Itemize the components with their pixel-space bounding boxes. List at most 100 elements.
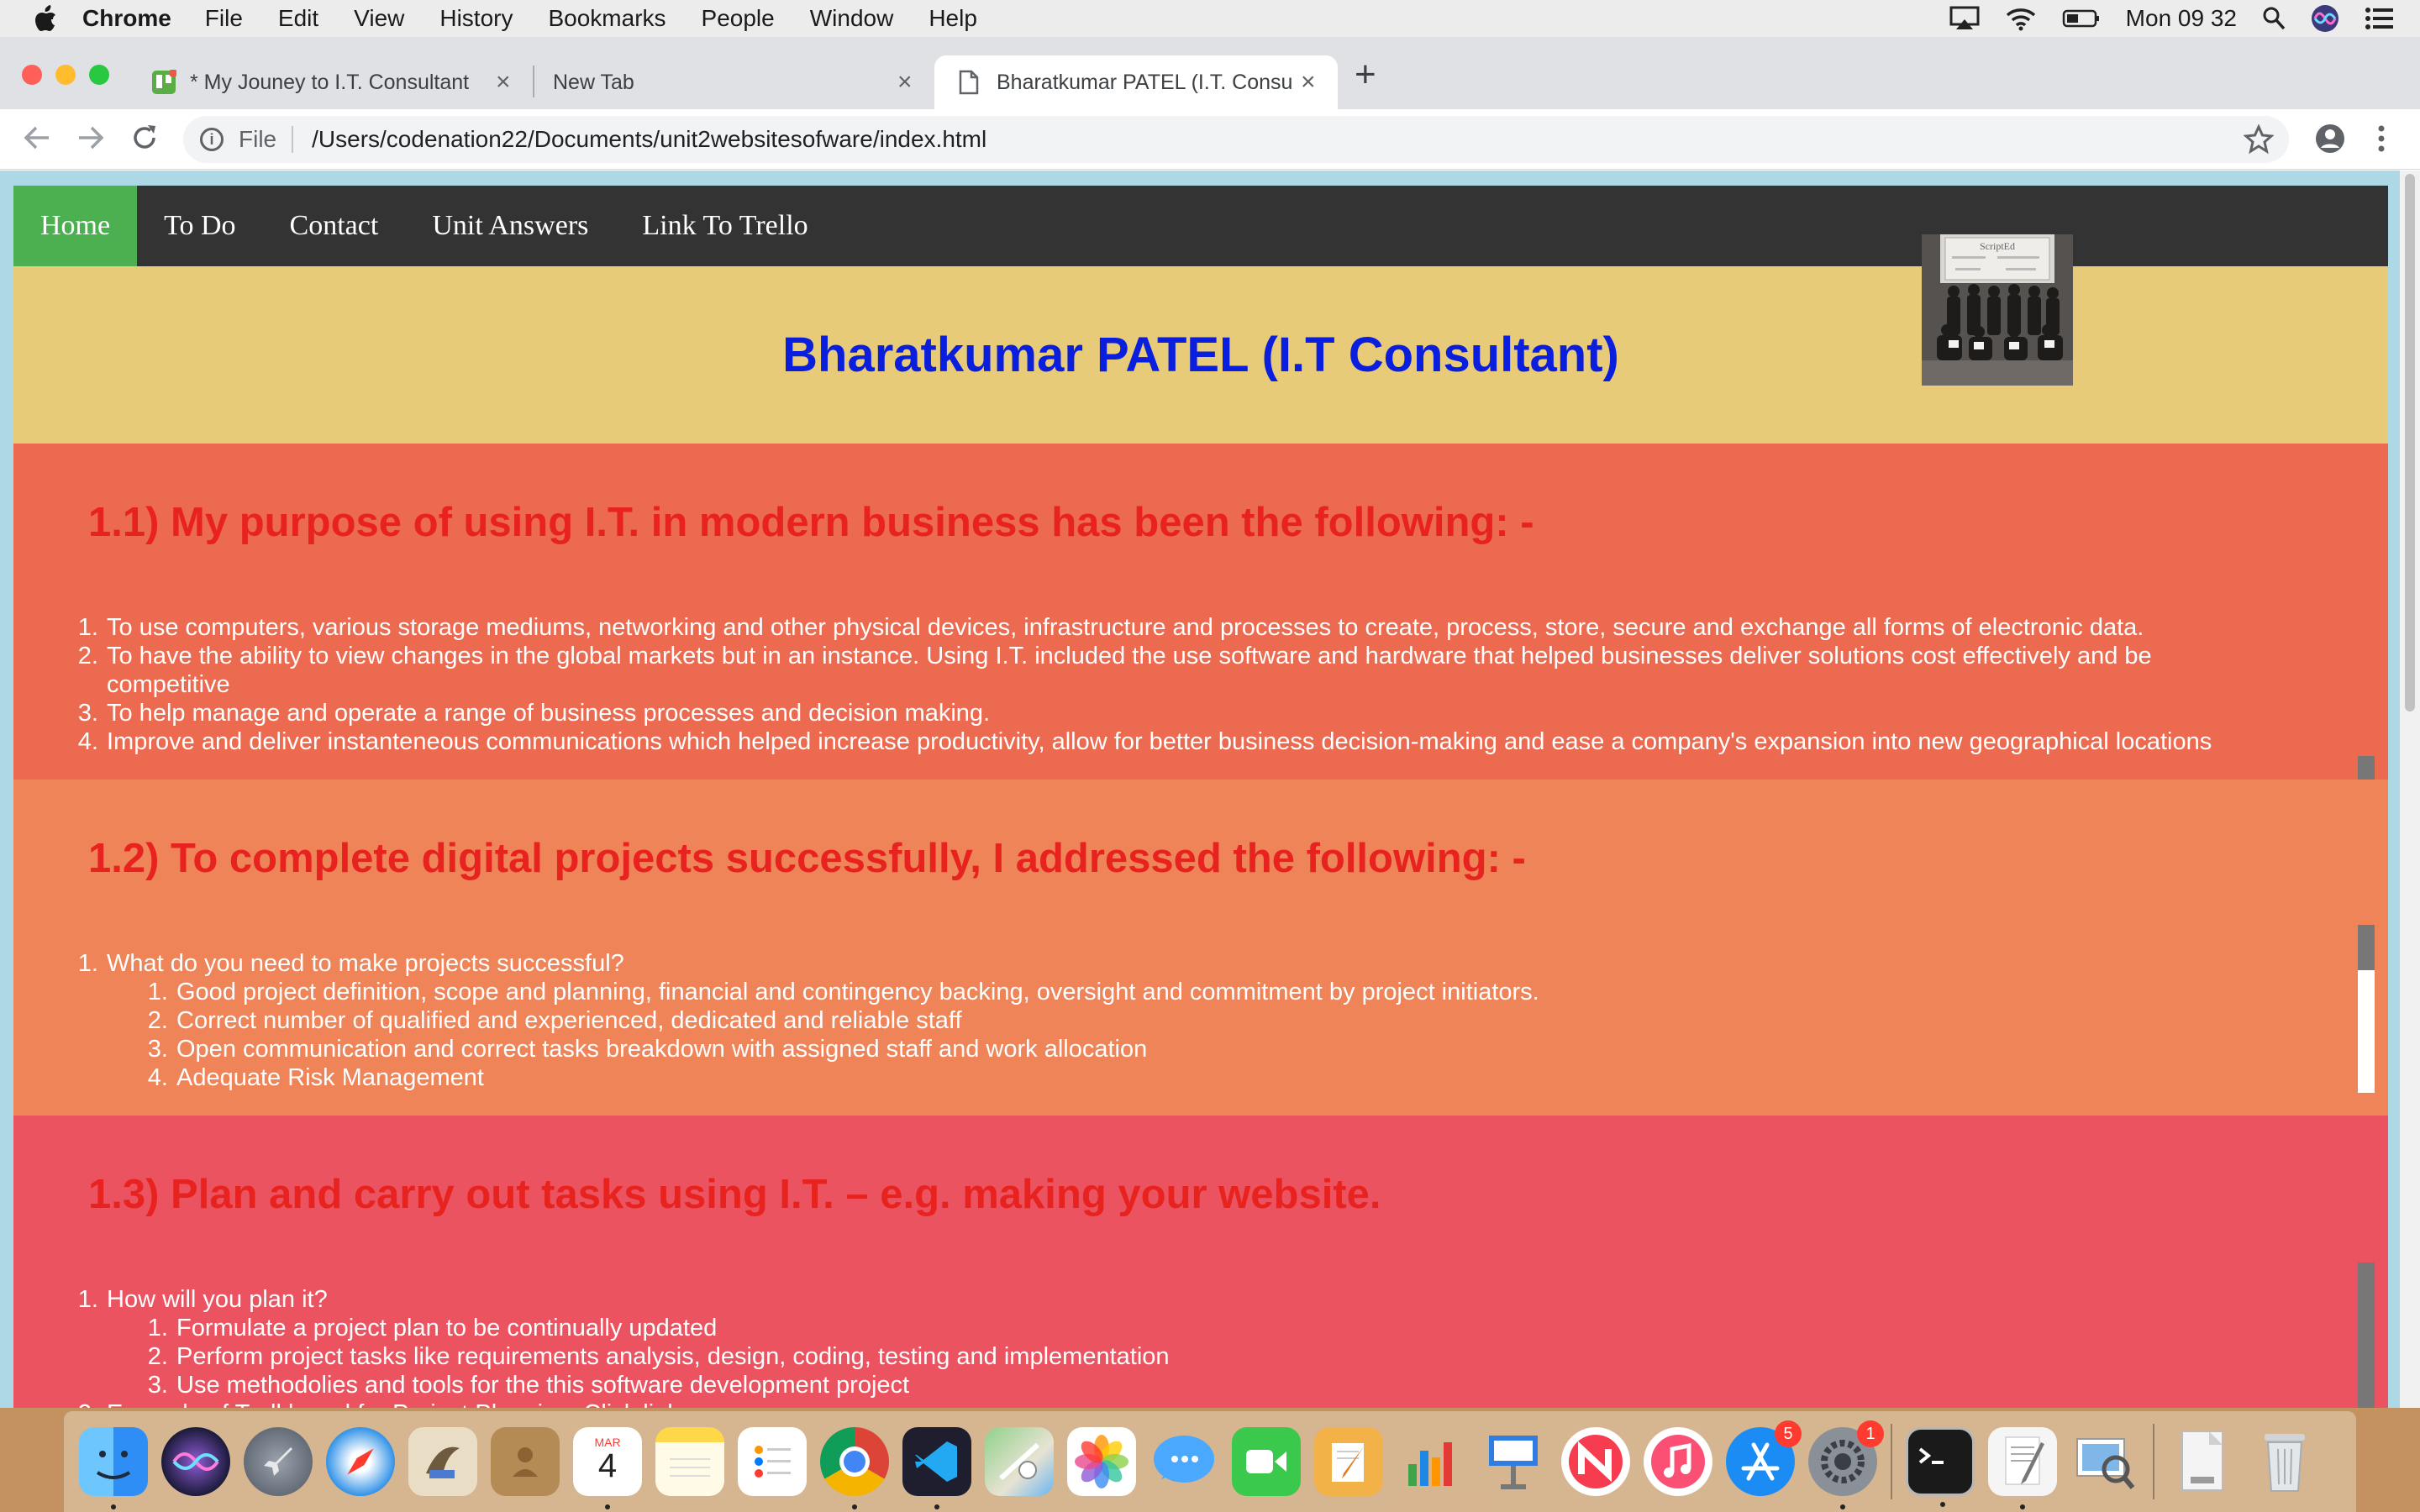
wifi-icon[interactable]	[2005, 6, 2037, 31]
tab-close-icon[interactable]: ×	[496, 68, 511, 97]
window-maximize-button[interactable]	[89, 65, 109, 85]
menu-window[interactable]: Window	[810, 5, 894, 32]
forward-arrow-icon[interactable]	[76, 123, 106, 153]
list-item: To have the ability to view changes in t…	[105, 642, 2232, 699]
tab-title: Bharatkumar PATEL (I.T. Consu	[997, 70, 1293, 94]
safari-icon[interactable]	[326, 1427, 395, 1496]
mail-icon[interactable]	[408, 1427, 477, 1496]
nav-todo-link[interactable]: To Do	[137, 186, 262, 266]
maps-icon[interactable]	[985, 1427, 1054, 1496]
tab-new-tab[interactable]: New Tab ×	[538, 55, 924, 109]
notes-icon[interactable]	[655, 1427, 724, 1496]
siri-dock-icon[interactable]	[161, 1427, 230, 1496]
menu-bookmarks[interactable]: Bookmarks	[548, 5, 666, 32]
nested-list-item: Formulate a project plan to be continual…	[175, 1314, 2232, 1342]
list-item-text: How will you plan it?	[107, 1286, 328, 1313]
macos-menu-bar: Chrome File Edit View History Bookmarks …	[0, 0, 2420, 37]
running-indicator	[605, 1504, 610, 1509]
tab-title: * My Jouney to I.T. Consultant	[190, 70, 470, 94]
vscode-icon[interactable]	[902, 1427, 971, 1509]
nested-list-item: Adequate Risk Management	[175, 1063, 2232, 1092]
textedit-icon[interactable]	[1988, 1427, 2057, 1509]
menu-view[interactable]: View	[354, 5, 404, 32]
reminders-icon[interactable]	[738, 1427, 807, 1496]
site-info-icon[interactable]: i	[200, 128, 224, 151]
list-item-text: What do you need to make projects succes…	[107, 950, 624, 977]
app-store-icon[interactable]: 5	[1726, 1420, 1802, 1496]
nav-contact-link[interactable]: Contact	[263, 186, 406, 266]
desktop-background: MAR 4 5 1	[0, 1408, 2420, 1512]
url-text[interactable]: /Users/codenation22/Documents/unit2websi…	[312, 126, 986, 153]
apple-icon[interactable]	[34, 4, 57, 33]
menu-history[interactable]: History	[439, 5, 513, 32]
list-item: To help manage and operate a range of bu…	[105, 699, 2232, 727]
music-icon[interactable]	[1644, 1427, 1712, 1496]
terminal-icon[interactable]	[1906, 1427, 1975, 1507]
battery-icon[interactable]	[2062, 8, 2101, 29]
launchpad-icon[interactable]	[244, 1427, 313, 1496]
window-close-button[interactable]	[22, 65, 42, 85]
pages-icon[interactable]	[1314, 1427, 1383, 1496]
photos-icon[interactable]	[1067, 1427, 1136, 1496]
messages-icon[interactable]	[1150, 1427, 1218, 1496]
menu-clock[interactable]: Mon 09 32	[2126, 5, 2237, 32]
projects-list: What do you need to make projects succes…	[13, 949, 2232, 1092]
running-indicator	[1940, 1502, 1945, 1507]
menu-help[interactable]: Help	[929, 5, 977, 32]
running-indicator	[1840, 1504, 1845, 1509]
new-tab-button[interactable]: +	[1355, 54, 1376, 96]
nav-home-link[interactable]: Home	[13, 186, 138, 266]
scrollbar-thumb[interactable]	[2358, 1263, 2375, 1408]
finder-icon[interactable]	[79, 1427, 148, 1509]
page-scrollbar-thumb[interactable]	[2405, 174, 2415, 711]
list-item: To use computers, various storage medium…	[105, 613, 2232, 642]
dock-divider	[1891, 1424, 1892, 1499]
airplay-icon[interactable]	[1949, 6, 1980, 31]
section-scrollbar[interactable]	[2358, 925, 2375, 1093]
keynote-icon[interactable]	[1479, 1427, 1548, 1496]
tab-bharatkumar-patel[interactable]: Bharatkumar PATEL (I.T. Consu ×	[934, 55, 1338, 109]
system-preferences-icon[interactable]: 1	[1808, 1420, 1884, 1509]
section-scrollbar[interactable]	[2358, 1263, 2375, 1408]
section-plan-tasks: 1.3) Plan and carry out tasks using I.T.…	[13, 1116, 2388, 1408]
numbers-icon[interactable]	[1397, 1427, 1465, 1496]
profile-avatar-icon[interactable]	[2314, 123, 2346, 155]
tab-title: New Tab	[553, 70, 634, 94]
reload-icon[interactable]	[129, 123, 160, 153]
address-bar[interactable]: i File /Users/codenation22/Documents/uni…	[183, 116, 2289, 163]
section-heading: 1.2) To complete digital projects succes…	[88, 836, 1526, 881]
news-icon[interactable]	[1561, 1427, 1630, 1496]
tab-close-icon[interactable]: ×	[1301, 68, 1316, 97]
menu-app-name[interactable]: Chrome	[82, 5, 171, 32]
nested-list: Good project definition, scope and plann…	[107, 978, 2232, 1092]
menu-edit[interactable]: Edit	[278, 5, 318, 32]
nested-list-item: Open communication and correct tasks bre…	[175, 1035, 2232, 1063]
trash-icon[interactable]	[2250, 1427, 2319, 1496]
contacts-icon[interactable]	[491, 1427, 560, 1496]
menu-file[interactable]: File	[205, 5, 243, 32]
siri-icon[interactable]	[2311, 4, 2339, 33]
preview-icon[interactable]	[2070, 1427, 2139, 1496]
bookmark-star-icon[interactable]	[2244, 124, 2274, 155]
calendar-icon[interactable]: MAR 4	[573, 1427, 642, 1509]
section-scrollbar[interactable]	[2358, 756, 2375, 780]
scrollbar-thumb[interactable]	[2358, 756, 2375, 780]
nav-unit-answers-link[interactable]: Unit Answers	[405, 186, 615, 266]
tab-separator	[533, 66, 534, 97]
running-indicator	[852, 1504, 857, 1509]
documents-folder-icon[interactable]	[2168, 1427, 2237, 1496]
menu-people[interactable]: People	[702, 5, 775, 32]
scrollbar-thumb[interactable]	[2358, 925, 2375, 970]
nav-trello-link[interactable]: Link To Trello	[615, 186, 834, 266]
chrome-icon[interactable]	[820, 1427, 889, 1509]
back-arrow-icon[interactable]	[22, 123, 52, 153]
page-scrollbar[interactable]	[2400, 171, 2420, 1408]
list-item: Example of Trell board for Project Plann…	[105, 1399, 2232, 1408]
facetime-icon[interactable]	[1232, 1427, 1301, 1496]
spotlight-search-icon[interactable]	[2262, 6, 2286, 31]
window-minimize-button[interactable]	[55, 65, 76, 85]
chrome-menu-icon[interactable]	[2375, 123, 2388, 155]
tab-close-icon[interactable]: ×	[897, 68, 913, 97]
notification-center-icon[interactable]	[2365, 7, 2395, 30]
tab-my-journey[interactable]: * My Jouney to I.T. Consultant ×	[145, 55, 529, 109]
